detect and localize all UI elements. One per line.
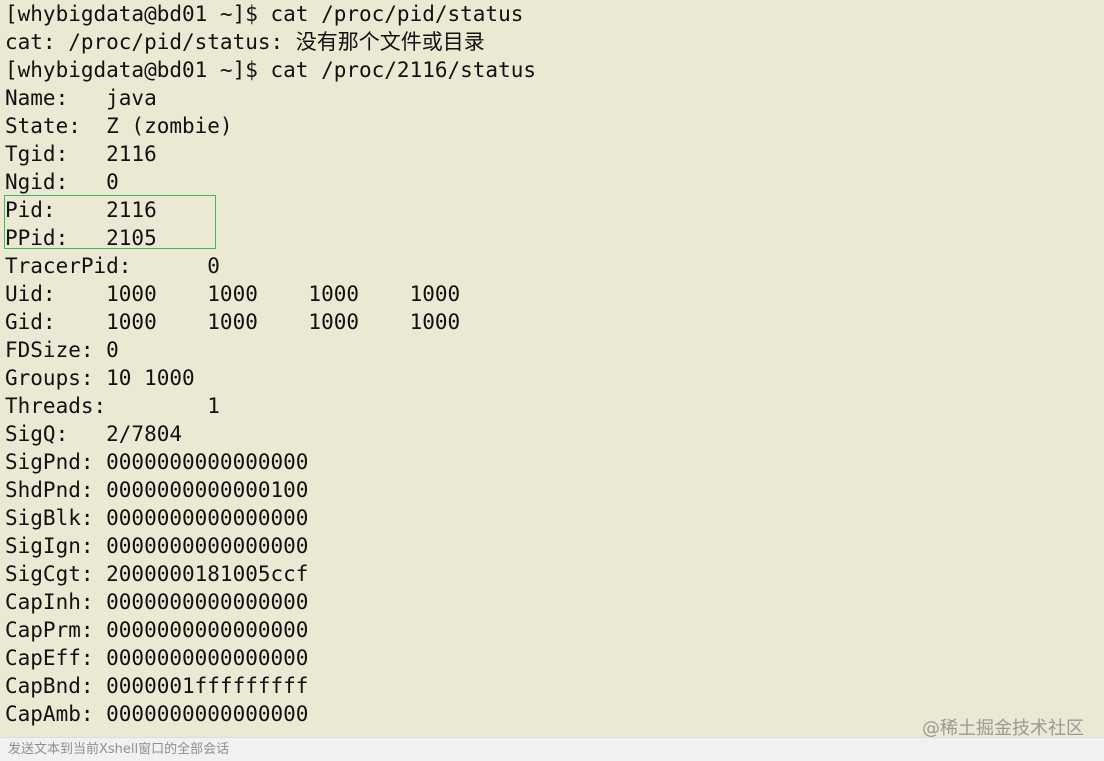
pid-ppid-highlight-box bbox=[4, 195, 216, 249]
terminal-line-sigq: SigQ: 2/7804 bbox=[5, 422, 183, 446]
terminal-line-fdsize: FDSize: 0 bbox=[5, 338, 119, 362]
terminal-line-sigpnd: SigPnd: 0000000000000000 bbox=[5, 450, 309, 474]
terminal-line-error: cat: /proc/pid/status: 没有那个文件或目录 bbox=[5, 30, 485, 54]
send-text-input[interactable] bbox=[8, 738, 1088, 760]
terminal-line-sigign: SigIgn: 0000000000000000 bbox=[5, 534, 309, 558]
terminal-line-capamb: CapAmb: 0000000000000000 bbox=[5, 702, 309, 726]
terminal-line-capprm: CapPrm: 0000000000000000 bbox=[5, 618, 309, 642]
send-text-bar[interactable] bbox=[0, 737, 1104, 761]
terminal-line-capbnd: CapBnd: 0000001fffffffff bbox=[5, 674, 309, 698]
terminal-line-uid: Uid: 1000 1000 1000 1000 bbox=[5, 282, 461, 306]
terminal-line-threads: Threads: 1 bbox=[5, 394, 220, 418]
terminal-line-tgid: Tgid: 2116 bbox=[5, 142, 157, 166]
terminal-lines: [whybigdata@bd01 ~]$ cat /proc/pid/statu… bbox=[5, 0, 536, 728]
terminal-line-ngid: Ngid: 0 bbox=[5, 170, 119, 194]
terminal-line-sigblk: SigBlk: 0000000000000000 bbox=[5, 506, 309, 530]
terminal-line-groups: Groups: 10 1000 bbox=[5, 366, 195, 390]
terminal-line-prompt-2: [whybigdata@bd01 ~]$ cat /proc/2116/stat… bbox=[5, 58, 537, 82]
terminal-line-sigcgt: SigCgt: 2000000181005ccf bbox=[5, 562, 309, 586]
terminal-line-prompt-1: [whybigdata@bd01 ~]$ cat /proc/pid/statu… bbox=[5, 2, 524, 26]
terminal-line-capeff: CapEff: 0000000000000000 bbox=[5, 646, 309, 670]
terminal-line-gid: Gid: 1000 1000 1000 1000 bbox=[5, 310, 461, 334]
terminal-line-capinh: CapInh: 0000000000000000 bbox=[5, 590, 309, 614]
terminal-line-tracerpid: TracerPid: 0 bbox=[5, 254, 220, 278]
terminal-output[interactable]: [whybigdata@bd01 ~]$ cat /proc/pid/statu… bbox=[0, 0, 1104, 739]
terminal-line-name: Name: java bbox=[5, 86, 157, 110]
terminal-line-shdpnd: ShdPnd: 0000000000000100 bbox=[5, 478, 309, 502]
terminal-line-state: State: Z (zombie) bbox=[5, 114, 233, 138]
